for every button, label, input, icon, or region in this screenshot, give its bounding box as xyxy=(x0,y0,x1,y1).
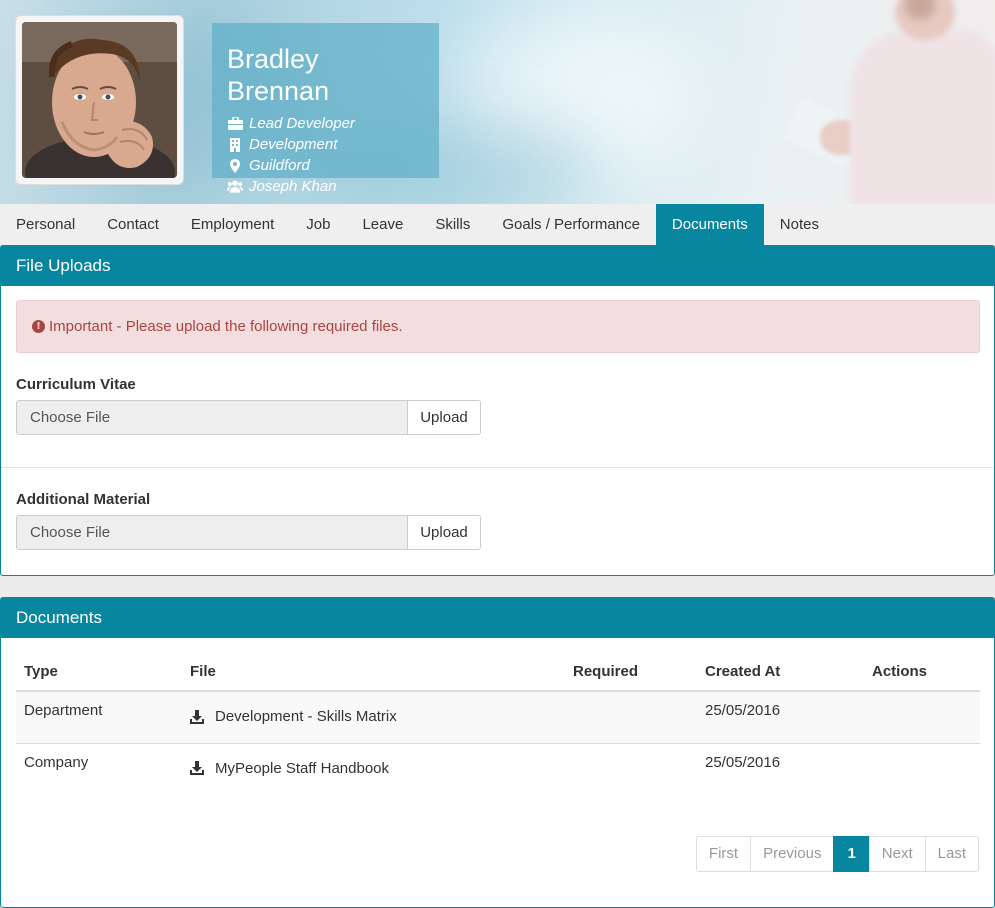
table-row: Company MyPeople Staff Handbook 25/05/20… xyxy=(16,742,980,795)
table-row: Department Development - Skills Matrix 2… xyxy=(16,690,980,743)
profile-info: Bradley Brennan Lead Developer Developme… xyxy=(212,23,439,195)
row-required xyxy=(565,742,697,795)
row-actions xyxy=(864,690,980,743)
additional-material-file-group: Choose File Upload xyxy=(16,515,481,550)
map-marker-icon xyxy=(227,158,243,173)
file-uploads-panel: File Uploads ! Important - Please upload… xyxy=(0,245,995,576)
download-icon xyxy=(190,709,204,724)
documents-heading: Documents xyxy=(1,598,994,638)
file-name[interactable]: Development - Skills Matrix xyxy=(215,708,397,725)
exclamation-circle-icon: ! xyxy=(32,320,45,333)
manager-row: Joseph Khan xyxy=(227,176,424,197)
file-link[interactable]: MyPeople Staff Handbook xyxy=(190,754,557,777)
additional-material-upload-button[interactable]: Upload xyxy=(408,515,481,550)
avatar xyxy=(22,22,177,178)
job-title-row: Lead Developer xyxy=(227,113,424,134)
additional-material-label: Additional Material xyxy=(16,491,151,508)
location: Guildford xyxy=(249,157,310,174)
tab-documents[interactable]: Documents xyxy=(655,204,764,245)
row-required xyxy=(565,690,697,743)
documents-panel: Documents Type File Required Created At … xyxy=(0,597,995,908)
cv-upload-button[interactable]: Upload xyxy=(408,400,481,435)
column-type[interactable]: Type xyxy=(16,653,182,692)
file-uploads-heading: File Uploads xyxy=(1,246,994,286)
tab-job[interactable]: Job xyxy=(290,204,346,245)
file-link[interactable]: Development - Skills Matrix xyxy=(190,702,557,725)
pagination-last[interactable]: Last xyxy=(924,836,979,872)
pagination-first[interactable]: First xyxy=(695,836,752,872)
briefcase-icon xyxy=(227,117,243,131)
pagination-next[interactable]: Next xyxy=(868,836,926,872)
cv-file-group: Choose File Upload xyxy=(16,400,481,435)
column-file[interactable]: File xyxy=(182,653,565,692)
required-files-alert: ! Important - Please upload the followin… xyxy=(16,300,980,353)
tab-employment[interactable]: Employment xyxy=(175,204,290,245)
tab-contact[interactable]: Contact xyxy=(91,204,175,245)
cv-file-input[interactable]: Choose File xyxy=(16,400,408,435)
tab-leave[interactable]: Leave xyxy=(346,204,419,245)
additional-material-file-input[interactable]: Choose File xyxy=(16,515,408,550)
location-row: Guildford xyxy=(227,155,424,176)
avatar-frame xyxy=(15,15,184,185)
column-created-at[interactable]: Created At xyxy=(697,653,864,692)
manager: Joseph Khan xyxy=(249,178,337,195)
table-header-row: Type File Required Created At Actions xyxy=(16,653,980,692)
row-created-at: 25/05/2016 xyxy=(697,690,864,743)
documents-table: Type File Required Created At Actions De… xyxy=(16,653,980,795)
job-title: Lead Developer xyxy=(249,115,355,132)
tab-notes[interactable]: Notes xyxy=(764,204,835,245)
pagination-previous[interactable]: Previous xyxy=(750,836,835,872)
column-actions: Actions xyxy=(864,653,980,692)
cv-label: Curriculum Vitae xyxy=(16,376,136,393)
department: Development xyxy=(249,136,338,153)
column-required[interactable]: Required xyxy=(565,653,697,692)
pagination-current-page[interactable]: 1 xyxy=(833,836,870,872)
row-type: Company xyxy=(16,742,182,795)
tab-goals-performance[interactable]: Goals / Performance xyxy=(486,204,656,245)
building-icon xyxy=(227,137,243,152)
department-row: Development xyxy=(227,134,424,155)
row-created-at: 25/05/2016 xyxy=(697,742,864,795)
users-icon xyxy=(227,180,243,194)
alert-text: Important - Please upload the following … xyxy=(49,318,403,335)
row-actions xyxy=(864,742,980,795)
tab-personal[interactable]: Personal xyxy=(0,204,91,245)
download-icon xyxy=(190,761,204,775)
row-type: Department xyxy=(16,690,182,743)
tab-skills[interactable]: Skills xyxy=(419,204,486,245)
profile-name: Bradley Brennan xyxy=(227,44,330,106)
pagination: First Previous 1 Next Last xyxy=(695,836,979,872)
file-name[interactable]: MyPeople Staff Handbook xyxy=(215,760,389,777)
divider xyxy=(1,467,994,468)
profile-tabs: Personal Contact Employment Job Leave Sk… xyxy=(0,204,995,245)
